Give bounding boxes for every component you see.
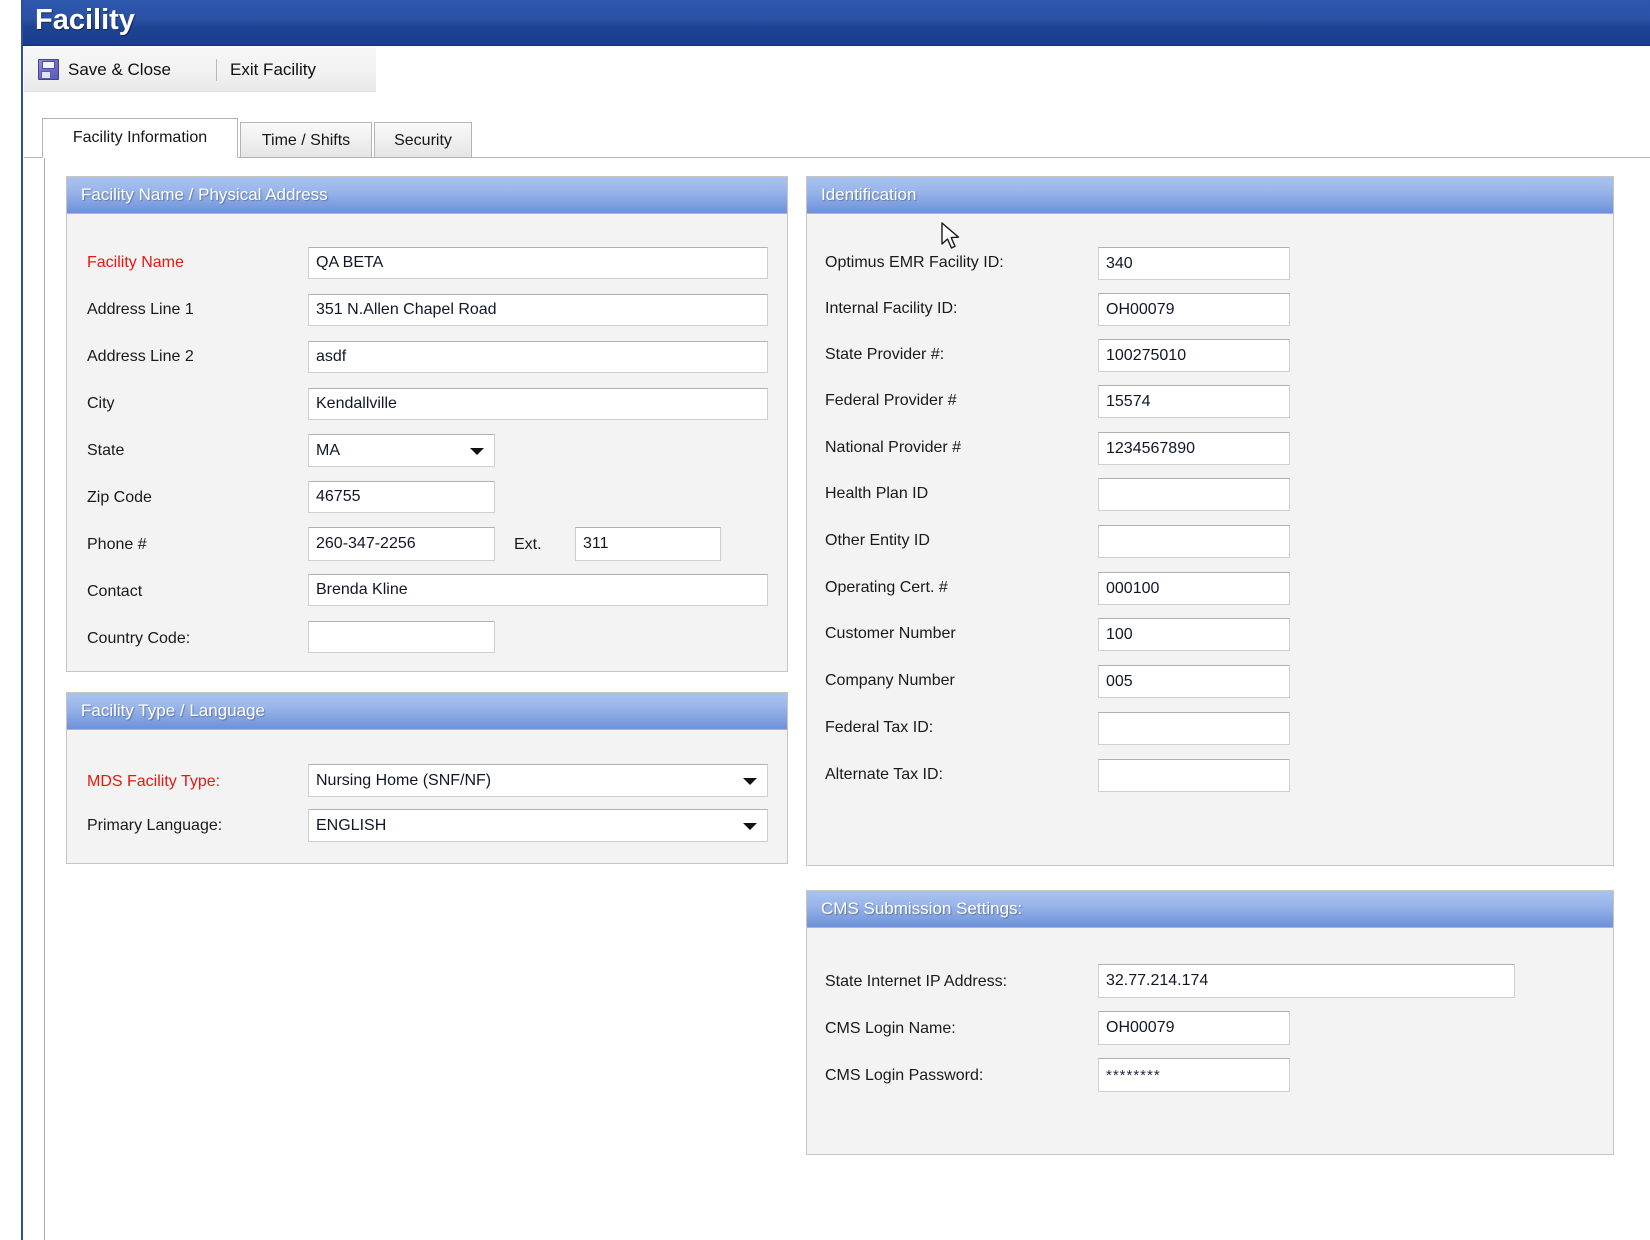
select-mds-facility-type[interactable]: Nursing Home (SNF/NF) [308,764,768,797]
label-phone: Phone # [87,536,147,553]
input-contact[interactable]: Brenda Kline [308,574,768,606]
input-operating-cert-number[interactable]: 000100 [1098,572,1290,605]
chevron-down-icon [743,822,757,830]
input-state-internet-ip-address[interactable]: 32.77.214.174 [1098,964,1515,998]
label-state: State [87,442,125,459]
window-titlebar: Facility [23,0,1650,46]
panel-facility-type-title: Facility Type / Language [81,701,265,720]
tab-facility-information[interactable]: Facility Information [42,118,238,158]
facility-window: Facility Save & Close Exit Facility Faci… [0,0,1650,1240]
page-title: Facility [35,4,135,36]
label-address-line-1: Address Line 1 [87,301,194,318]
input-address-line-1[interactable]: 351 N.Allen Chapel Road [308,294,768,326]
input-country-code[interactable] [308,621,495,653]
toolbar-strip: Save & Close Exit Facility [24,47,376,92]
input-state-provider-number[interactable]: 100275010 [1098,339,1290,372]
input-cms-login-password[interactable]: ******** [1098,1058,1290,1092]
save-and-close-button[interactable]: Save & Close [38,47,171,92]
label-state-provider-number: State Provider #: [825,346,945,363]
panel-facility-address-title: Facility Name / Physical Address [81,185,328,204]
label-state-internet-ip-address: State Internet IP Address: [825,973,1008,990]
label-contact: Contact [87,583,143,600]
toolbar-separator [216,59,217,81]
select-mds-facility-type-value: Nursing Home (SNF/NF) [316,771,492,789]
input-health-plan-id[interactable] [1098,478,1290,511]
label-country-code: Country Code: [87,630,191,647]
select-state[interactable]: MA [308,434,495,467]
toolbar: Save & Close Exit Facility [24,47,1650,92]
label-city: City [87,395,115,412]
chevron-down-icon [743,777,757,785]
input-zip-code[interactable]: 46755 [308,481,495,513]
label-address-line-2: Address Line 2 [87,348,194,365]
input-alternate-tax-id[interactable] [1098,759,1290,792]
input-federal-provider-number[interactable]: 15574 [1098,385,1290,418]
input-company-number[interactable]: 005 [1098,665,1290,698]
window-left-rail [21,0,23,1240]
exit-facility-label: Exit Facility [230,59,316,79]
input-city[interactable]: Kendallville [308,388,768,420]
label-national-provider-number: National Provider # [825,439,962,456]
select-primary-language[interactable]: ENGLISH [308,809,768,842]
input-phone-ext[interactable]: 311 [575,527,721,561]
label-cms-login-password: CMS Login Password: [825,1067,984,1084]
label-other-entity-id: Other Entity ID [825,532,930,549]
input-address-line-2[interactable]: asdf [308,341,768,373]
label-health-plan-id: Health Plan ID [825,485,929,502]
panel-cms-title: CMS Submission Settings: [821,899,1023,918]
label-company-number: Company Number [825,672,955,689]
label-cms-login-name: CMS Login Name: [825,1020,956,1037]
label-facility-name: Facility Name [87,254,184,271]
tab-security-label: Security [394,131,452,149]
label-zip-code: Zip Code [87,489,152,506]
select-state-value: MA [316,441,340,459]
input-internal-facility-id[interactable]: OH00079 [1098,293,1290,326]
panel-facility-address-header: Facility Name / Physical Address [67,177,787,214]
label-operating-cert-number: Operating Cert. # [825,579,948,596]
tab-facility-information-label: Facility Information [72,129,208,146]
panel-identification-title: Identification [821,185,917,204]
input-customer-number[interactable]: 100 [1098,618,1290,651]
input-cms-login-name[interactable]: OH00079 [1098,1011,1290,1045]
chevron-down-icon [470,447,484,455]
label-alternate-tax-id: Alternate Tax ID: [825,766,943,783]
label-internal-facility-id: Internal Facility ID: [825,300,958,317]
tab-time-shifts-label: Time / Shifts [261,131,351,149]
save-and-close-label: Save & Close [68,59,171,79]
input-other-entity-id[interactable] [1098,525,1290,558]
tab-security[interactable]: Security [374,122,472,158]
input-facility-name[interactable]: QA BETA [308,247,768,279]
content-left-edge [44,158,45,1240]
label-phone-ext: Ext. [514,536,542,553]
input-phone[interactable]: 260-347-2256 [308,527,495,561]
label-federal-provider-number: Federal Provider # [825,392,957,409]
label-mds-facility-type: MDS Facility Type: [87,773,221,790]
tabstrip: Facility Information Time / Shifts Secur… [24,118,1650,158]
floppy-disk-save-icon [38,59,59,80]
input-optimus-emr-facility-id[interactable]: 340 [1098,247,1290,280]
input-national-provider-number[interactable]: 1234567890 [1098,432,1290,465]
panel-cms-header: CMS Submission Settings: [807,891,1613,928]
label-optimus-emr-facility-id: Optimus EMR Facility ID: [825,254,1004,271]
label-federal-tax-id: Federal Tax ID: [825,719,934,736]
panel-facility-type-header: Facility Type / Language [67,693,787,730]
exit-facility-button[interactable]: Exit Facility [230,47,316,92]
tab-time-shifts[interactable]: Time / Shifts [240,122,372,158]
select-primary-language-value: ENGLISH [316,816,387,834]
label-primary-language: Primary Language: [87,817,223,834]
input-federal-tax-id[interactable] [1098,712,1290,745]
label-customer-number: Customer Number [825,625,956,642]
panel-identification-header: Identification [807,177,1613,214]
